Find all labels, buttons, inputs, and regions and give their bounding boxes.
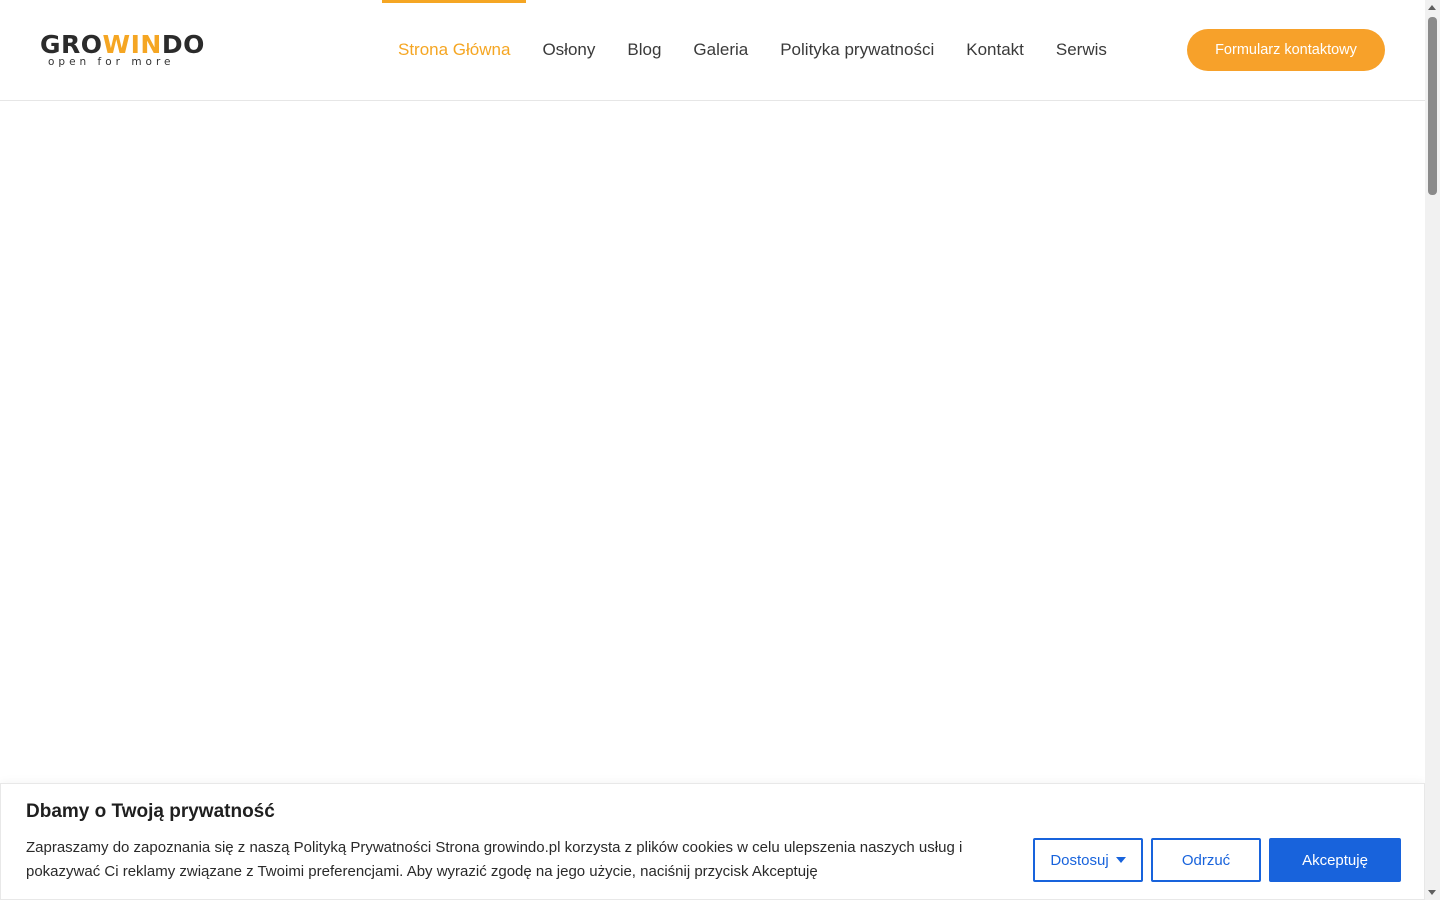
cookie-consent-banner: Dbamy o Twoją prywatność Zapraszamy do z… (0, 783, 1425, 900)
caret-down-icon (1115, 857, 1126, 863)
reject-button[interactable]: Odrzuć (1151, 838, 1261, 882)
page: GROWINDO open for more Strona Główna Osł… (0, 0, 1425, 900)
page-scrollbar[interactable] (1425, 0, 1440, 900)
scroll-thumb[interactable] (1428, 17, 1437, 195)
nav-item-blog[interactable]: Blog (611, 0, 677, 100)
nav-item-gallery[interactable]: Galeria (677, 0, 764, 100)
site-header: GROWINDO open for more Strona Główna Osł… (0, 0, 1425, 101)
nav-item-service[interactable]: Serwis (1040, 0, 1123, 100)
logo-tagline: open for more (48, 56, 175, 68)
nav-item-oslony[interactable]: Osłony (526, 0, 611, 100)
cookie-banner-title: Dbamy o Twoją prywatność (26, 801, 275, 822)
cookie-banner-text: Zapraszamy do zapoznania się z naszą Pol… (26, 839, 963, 880)
accept-button[interactable]: Akceptuję (1269, 838, 1401, 882)
nav-item-home[interactable]: Strona Główna (382, 0, 527, 100)
nav-item-contact[interactable]: Kontakt (950, 0, 1040, 100)
scroll-up-arrow-icon[interactable] (1428, 5, 1436, 10)
site-logo[interactable]: GROWINDO open for more (40, 30, 204, 70)
customize-button[interactable]: Dostosuj (1033, 838, 1143, 882)
main-navigation: Strona Główna Osłony Blog Galeria Polity… (382, 0, 1123, 100)
scroll-down-arrow-icon[interactable] (1428, 890, 1436, 895)
customize-button-label: Dostosuj (1050, 851, 1109, 869)
nav-item-privacy-policy[interactable]: Polityka prywatności (764, 0, 950, 100)
contact-form-button[interactable]: Formularz kontaktowy (1187, 29, 1385, 71)
